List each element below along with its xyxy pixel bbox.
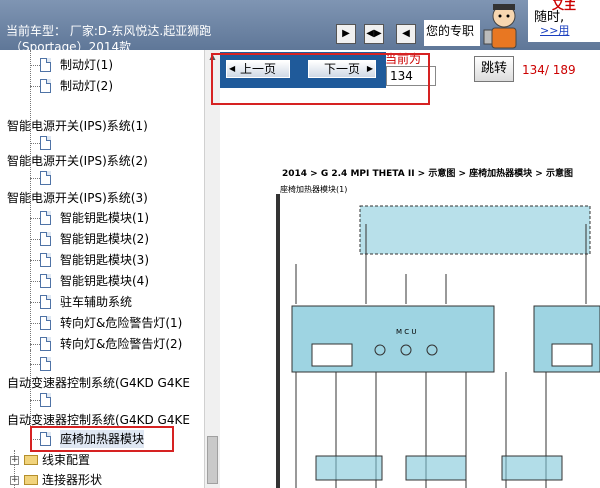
document-icon (40, 136, 51, 150)
document-icon (40, 316, 51, 330)
arrow-right-icon[interactable]: ▶ (336, 24, 356, 44)
document-icon (40, 357, 51, 371)
document-icon (40, 393, 51, 407)
header-bar: 当前车型： 厂家:D-东风悦达.起亚狮跑 （Sportage）2014款 ▶ ◀… (0, 0, 600, 50)
ad-box[interactable]: 又主 随时, >>用 (528, 0, 600, 42)
scrollbar-thumb[interactable] (207, 436, 218, 484)
document-icon (40, 253, 51, 267)
tree-connector (30, 281, 40, 282)
car-model-text: 当前车型： 厂家:D-东风悦达.起亚狮跑 (6, 24, 212, 38)
ad-link[interactable]: >>用 (540, 22, 569, 38)
page-info: 134/ 189 (522, 63, 576, 77)
tree-item-label: 驻车辅助系统 (60, 295, 133, 309)
tree-connector (30, 323, 40, 324)
document-icon (40, 274, 51, 288)
tree-item-label: 智能电源开关(IPS)系统(3) (7, 191, 148, 205)
tree-item-label: 制动灯(2) (60, 79, 113, 93)
document-icon (40, 295, 51, 309)
tree-item-label: 智能钥匙模块(3) (60, 253, 149, 267)
tree-connector (30, 86, 40, 87)
mcu-label: M C U (396, 328, 417, 336)
tree-connector (30, 218, 40, 219)
expert-text: 您的专职 (424, 20, 480, 46)
tree-item-label: 智能钥匙模块(4) (60, 274, 149, 288)
tree-item-label: 智能电源开关(IPS)系统(1) (7, 119, 148, 133)
tree-scrollbar[interactable]: ▲ (204, 50, 220, 488)
expand-icon[interactable]: + (10, 456, 19, 465)
document-icon (40, 232, 51, 246)
wiring-diagram: M C U (276, 194, 600, 488)
tree-connector (30, 178, 40, 179)
tree-item-label: 自动变速器控制系统(G4KD G4KE (7, 376, 190, 390)
jump-button[interactable]: 跳转 (474, 56, 514, 82)
tree-item-label: 连接器形状 (42, 473, 103, 487)
car-model-subtext: （Sportage）2014款 (10, 40, 132, 50)
tree-item-label: 智能钥匙模块(2) (60, 232, 149, 246)
document-icon (40, 79, 51, 93)
tree-item-label: 智能电源开关(IPS)系统(2) (7, 154, 148, 168)
selected-item-highlight (30, 426, 174, 452)
document-icon (40, 337, 51, 351)
tree-connector (30, 260, 40, 261)
toolbar-highlight (211, 53, 430, 105)
tree-connector (30, 344, 40, 345)
document-icon (40, 211, 51, 225)
tree-item-label: 制动灯(1) (60, 58, 113, 72)
tree-connector (30, 400, 40, 401)
folder-icon (24, 475, 38, 485)
folder-icon (24, 455, 38, 465)
document-title: 2014 > G 2.4 MPI THETA II > 示意图 > 座椅加热器模… (282, 169, 573, 179)
tree-item-label: 转向灯&危险警告灯(2) (60, 337, 183, 351)
split-icon[interactable]: ◀▶ (364, 24, 384, 44)
tree-connector (30, 239, 40, 240)
arrow-left-icon[interactable]: ◀ (396, 24, 416, 44)
tree-connector (30, 364, 40, 365)
tree-item-label: 线束配置 (42, 453, 91, 467)
document-icon (40, 171, 51, 185)
tree-item-label: 转向灯&危险警告灯(1) (60, 316, 183, 330)
mascot-icon (483, 4, 517, 49)
tree-connector (30, 143, 40, 144)
tree-connector (30, 65, 40, 66)
document-icon (40, 58, 51, 72)
tree-connector (30, 302, 40, 303)
tree-item-label: 智能钥匙模块(1) (60, 211, 149, 225)
category-tree: 制动灯(1) 制动灯(2) 智能电源开关(IPS)系统(1) 智能电源开关(IP… (0, 50, 204, 488)
expand-icon[interactable]: + (10, 476, 19, 485)
